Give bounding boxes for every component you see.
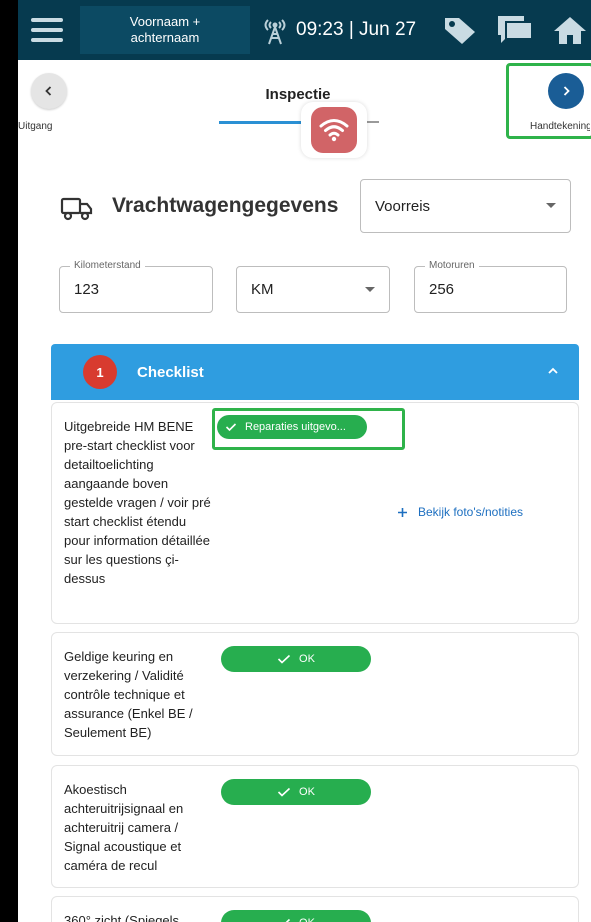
status-pill-ok[interactable]: OK bbox=[221, 779, 371, 805]
view-photos-notes-label: Bekijk foto's/notities bbox=[418, 505, 524, 519]
left-edge bbox=[0, 0, 18, 922]
engine-hours-value: 256 bbox=[429, 281, 455, 298]
checklist-item-text: 360° zicht (Spiegels, bbox=[64, 913, 183, 922]
vehicle-section-title: Vrachtwagengegevens bbox=[112, 194, 339, 217]
chevron-right-icon bbox=[563, 86, 570, 96]
status-pill-label: Reparaties uitgevo... bbox=[245, 421, 346, 433]
home-icon[interactable] bbox=[553, 15, 587, 45]
checklist-item-text: Uitgebreide HM BENE pre-start checklist … bbox=[64, 419, 211, 586]
signal-tower-icon bbox=[256, 10, 294, 50]
checklist-item: 360° zicht (Spiegels, OK bbox=[51, 896, 579, 922]
odometer-label: Kilometerstand bbox=[70, 260, 145, 271]
wifi-icon bbox=[319, 119, 349, 142]
checklist-item-text: Geldige keuring en verzekering / Validit… bbox=[64, 649, 193, 740]
step-title: Inspectie bbox=[265, 86, 331, 103]
truck-icon bbox=[60, 196, 94, 227]
view-photos-notes-link[interactable]: Bekijk foto's/notities bbox=[397, 505, 523, 519]
status-pill-label: OK bbox=[299, 653, 315, 665]
check-icon bbox=[277, 654, 291, 664]
chevron-left-icon bbox=[45, 86, 52, 96]
odometer-input[interactable]: Kilometerstand 123 bbox=[59, 260, 213, 313]
check-icon bbox=[225, 423, 237, 432]
top-bar: Voornaam + achternaam 09:23 | Jun 27 bbox=[18, 0, 591, 60]
engine-hours-label: Motoruren bbox=[425, 260, 479, 271]
checklist-item: Uitgebreide HM BENE pre-start checklist … bbox=[51, 402, 579, 624]
checklist-accordion-header[interactable]: 1 Checklist bbox=[51, 344, 579, 400]
odometer-value: 123 bbox=[74, 281, 100, 298]
unit-select[interactable]: KM bbox=[236, 266, 390, 313]
user-name-line-2: achternaam bbox=[130, 30, 200, 45]
plus-icon bbox=[398, 507, 407, 517]
status-pill-label: OK bbox=[299, 917, 315, 922]
check-icon bbox=[277, 787, 291, 797]
next-button[interactable] bbox=[548, 73, 584, 109]
check-icon bbox=[285, 918, 291, 922]
back-label[interactable]: Uitgang bbox=[18, 121, 52, 132]
status-pill-ok[interactable]: OK bbox=[221, 910, 371, 922]
trip-type-select[interactable]: Voorreis bbox=[360, 179, 571, 233]
chat-icon[interactable] bbox=[497, 15, 533, 45]
checklist-title: Checklist bbox=[137, 363, 204, 381]
user-name-box[interactable]: Voornaam + achternaam bbox=[80, 6, 250, 54]
wifi-status-badge bbox=[301, 102, 367, 158]
tag-icon[interactable] bbox=[443, 15, 477, 45]
status-pill-repairs[interactable]: Reparaties uitgevo... bbox=[217, 415, 367, 439]
checklist-number-badge: 1 bbox=[83, 355, 117, 389]
status-pill-ok[interactable]: OK bbox=[221, 646, 371, 672]
next-label[interactable]: Handtekening bbox=[530, 121, 590, 132]
main-content: Uitgang Inspectie Handtekening Vrachtwag… bbox=[18, 60, 591, 922]
dropdown-arrow-icon bbox=[546, 203, 556, 208]
dropdown-arrow-icon bbox=[365, 286, 375, 292]
trip-type-value: Voorreis bbox=[375, 197, 431, 215]
clock-date: 09:23 | Jun 27 bbox=[296, 19, 417, 40]
checklist-item-text: Akoestisch achteruitrijsignaal en achter… bbox=[64, 782, 184, 873]
back-button[interactable] bbox=[31, 73, 67, 109]
chevron-up-icon[interactable] bbox=[547, 363, 559, 381]
user-name-line-1: Voornaam + bbox=[129, 14, 201, 29]
status-pill-label: OK bbox=[299, 786, 315, 798]
engine-hours-input[interactable]: Motoruren 256 bbox=[414, 260, 567, 313]
checklist-item: Geldige keuring en verzekering / Validit… bbox=[51, 632, 579, 756]
menu-icon[interactable] bbox=[18, 0, 76, 60]
checklist-item: Akoestisch achteruitrijsignaal en achter… bbox=[51, 765, 579, 888]
unit-value: KM bbox=[251, 281, 274, 298]
progress-done bbox=[219, 121, 309, 124]
